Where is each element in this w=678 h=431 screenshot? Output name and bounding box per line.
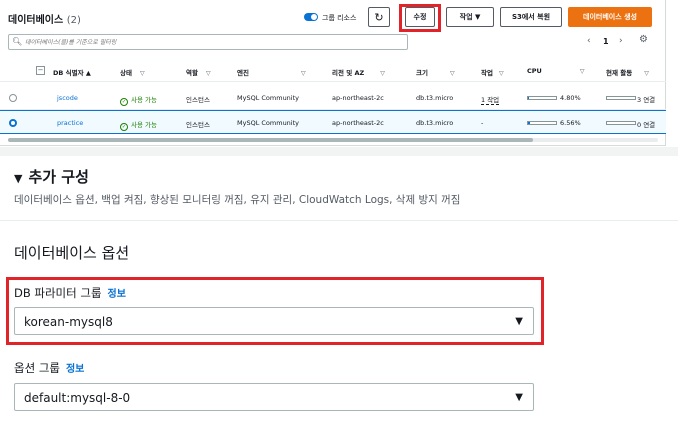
expand-all-icon[interactable]: − <box>36 66 45 75</box>
filter-icon: ▽ <box>579 68 585 75</box>
column-actions[interactable]: 작업 ▽ <box>481 67 504 77</box>
table-row[interactable]: jscode ✓ 사용 가능 인스턴스 MySQL Community ap-no… <box>0 86 666 110</box>
filter-icon: ▽ <box>449 70 455 77</box>
engine-cell: MySQL Community <box>237 94 300 102</box>
divider <box>0 220 678 221</box>
cpu-fill <box>528 97 530 99</box>
db-options-heading: 데이터베이스 옵션 <box>14 244 130 262</box>
cpu-fill <box>528 122 530 124</box>
row-select-radio[interactable] <box>9 94 17 102</box>
caret-down-icon: ▼ <box>14 172 23 185</box>
column-engine-label: 엔진 <box>237 69 249 77</box>
databases-panel: 데이터베이스 (2) 그룹 리소스 ↻ 수정 작업 ▼ S3에서 복원 데이터베… <box>0 0 666 146</box>
column-region-label: 리전 및 AZ <box>332 69 365 77</box>
create-database-button[interactable]: 데이터베이스 생성 <box>568 7 652 27</box>
cpu-bar <box>527 96 557 100</box>
option-group-value: default:mysql-8-0 <box>24 391 131 405</box>
restore-from-s3-button[interactable]: S3에서 복원 <box>500 7 562 27</box>
region-cell: ap-northeast-2c <box>332 94 384 102</box>
next-page-button[interactable]: › <box>619 36 623 46</box>
column-db-identifier[interactable]: DB 식별자 ▲ <box>53 67 91 77</box>
actions-dropdown[interactable]: 작업 ▼ <box>446 7 494 27</box>
size-cell: db.t3.micro <box>416 94 454 102</box>
cpu-bar <box>527 121 557 125</box>
horizontal-scrollbar[interactable] <box>8 138 658 142</box>
group-resources-label: 그룹 리소스 <box>322 14 357 22</box>
option-group-label-text: 옵션 그룹 <box>14 361 60 375</box>
column-status[interactable]: 상태 ▽ <box>120 67 145 77</box>
filter-icon: ▽ <box>139 70 145 77</box>
cpu-value: 6.56% <box>560 119 581 127</box>
db-identifier-link[interactable]: practice <box>57 119 83 127</box>
region-cell: ap-northeast-2c <box>332 119 384 127</box>
gear-icon[interactable]: ⚙ <box>639 34 648 45</box>
activity-value: 3 연결 <box>637 96 656 104</box>
databases-title: 데이터베이스 <box>8 15 64 26</box>
connections-bar <box>606 96 636 100</box>
option-group-select[interactable]: default:mysql-8-0 ▼ <box>14 383 534 411</box>
column-actions-label: 작업 <box>481 69 493 77</box>
option-group-info-link[interactable]: 정보 <box>66 364 84 375</box>
additional-config-title: 추가 구성 <box>28 168 89 186</box>
caret-down-icon: ▼ <box>515 392 523 403</box>
table-header: − DB 식별자 ▲ 상태 ▽ 역할 ▽ 엔진 ▽ 리전 및 AZ ▽ 크기 ▽ 작업 ▽ … <box>0 60 666 82</box>
check-circle-icon: ✓ <box>120 123 128 131</box>
column-activity[interactable]: 현재 활동 ▽ <box>606 67 649 77</box>
filter-icon: ▽ <box>644 70 649 77</box>
status-badge: ✓ 사용 가능 <box>120 119 157 131</box>
row-select-radio[interactable] <box>9 119 17 127</box>
cpu-value: 4.80% <box>560 94 581 102</box>
actions-cell: - <box>481 119 484 127</box>
page-title: 데이터베이스 (2) <box>8 11 81 26</box>
table-row[interactable]: practice ✓ 사용 가능 인스턴스 MySQL Community ap-… <box>0 110 666 134</box>
filter-icon: ▽ <box>300 70 306 77</box>
column-cpu-label: CPU <box>527 67 542 75</box>
search-field[interactable]: 🔍︎ <box>8 34 408 50</box>
additional-config-toggle[interactable]: ▼ 추가 구성 <box>14 166 89 187</box>
option-group-label: 옵션 그룹 정보 <box>14 360 84 376</box>
search-input[interactable] <box>25 37 395 47</box>
search-icon: 🔍︎ <box>12 37 23 46</box>
group-resources-toggle[interactable] <box>304 13 318 21</box>
additional-config-description: 데이터베이스 옵션, 백업 켜짐, 향상된 모니터링 꺼짐, 유지 관리, Cl… <box>14 194 461 206</box>
section-gap <box>0 147 678 156</box>
filter-icon: ▽ <box>205 70 211 77</box>
column-cpu[interactable]: CPU ▽ <box>527 67 584 75</box>
role-cell: 인스턴스 <box>186 121 210 129</box>
status-text: 사용 가능 <box>131 96 157 104</box>
databases-header: 데이터베이스 (2) 그룹 리소스 ↻ 수정 작업 ▼ S3에서 복원 데이터베… <box>0 4 666 32</box>
filter-icon: ▽ <box>380 70 385 77</box>
column-size-label: 크기 <box>416 69 428 77</box>
column-status-label: 상태 <box>120 69 132 77</box>
actions-cell-link[interactable]: 1 작업 <box>481 94 500 105</box>
param-group-highlight-box <box>6 277 544 345</box>
db-identifier-link[interactable]: jscode <box>57 94 78 102</box>
role-cell: 인스턴스 <box>186 96 210 104</box>
column-size[interactable]: 크기 ▽ <box>416 67 455 77</box>
column-role-label: 역할 <box>186 69 198 77</box>
column-role[interactable]: 역할 ▽ <box>186 67 211 77</box>
databases-count: (2) <box>66 15 81 26</box>
status-text: 사용 가능 <box>131 121 157 129</box>
column-engine[interactable]: 엔진 ▽ <box>237 67 306 77</box>
scrollbar-thumb[interactable] <box>8 138 533 142</box>
refresh-icon: ↻ <box>374 10 384 24</box>
column-region-az[interactable]: 리전 및 AZ ▽ <box>332 67 385 77</box>
connections-bar <box>606 121 636 125</box>
engine-cell: MySQL Community <box>237 119 300 127</box>
check-circle-icon: ✓ <box>120 98 128 106</box>
refresh-button[interactable]: ↻ <box>368 7 390 27</box>
filter-icon: ▽ <box>498 70 504 77</box>
status-badge: ✓ 사용 가능 <box>120 94 157 106</box>
page-number[interactable]: 1 <box>603 37 609 46</box>
modify-highlight-box <box>399 4 441 32</box>
column-activity-label: 현재 활동 <box>606 69 633 77</box>
activity-value: 0 연결 <box>637 121 656 129</box>
previous-page-button[interactable]: ‹ <box>587 36 591 46</box>
size-cell: db.t3.micro <box>416 119 454 127</box>
